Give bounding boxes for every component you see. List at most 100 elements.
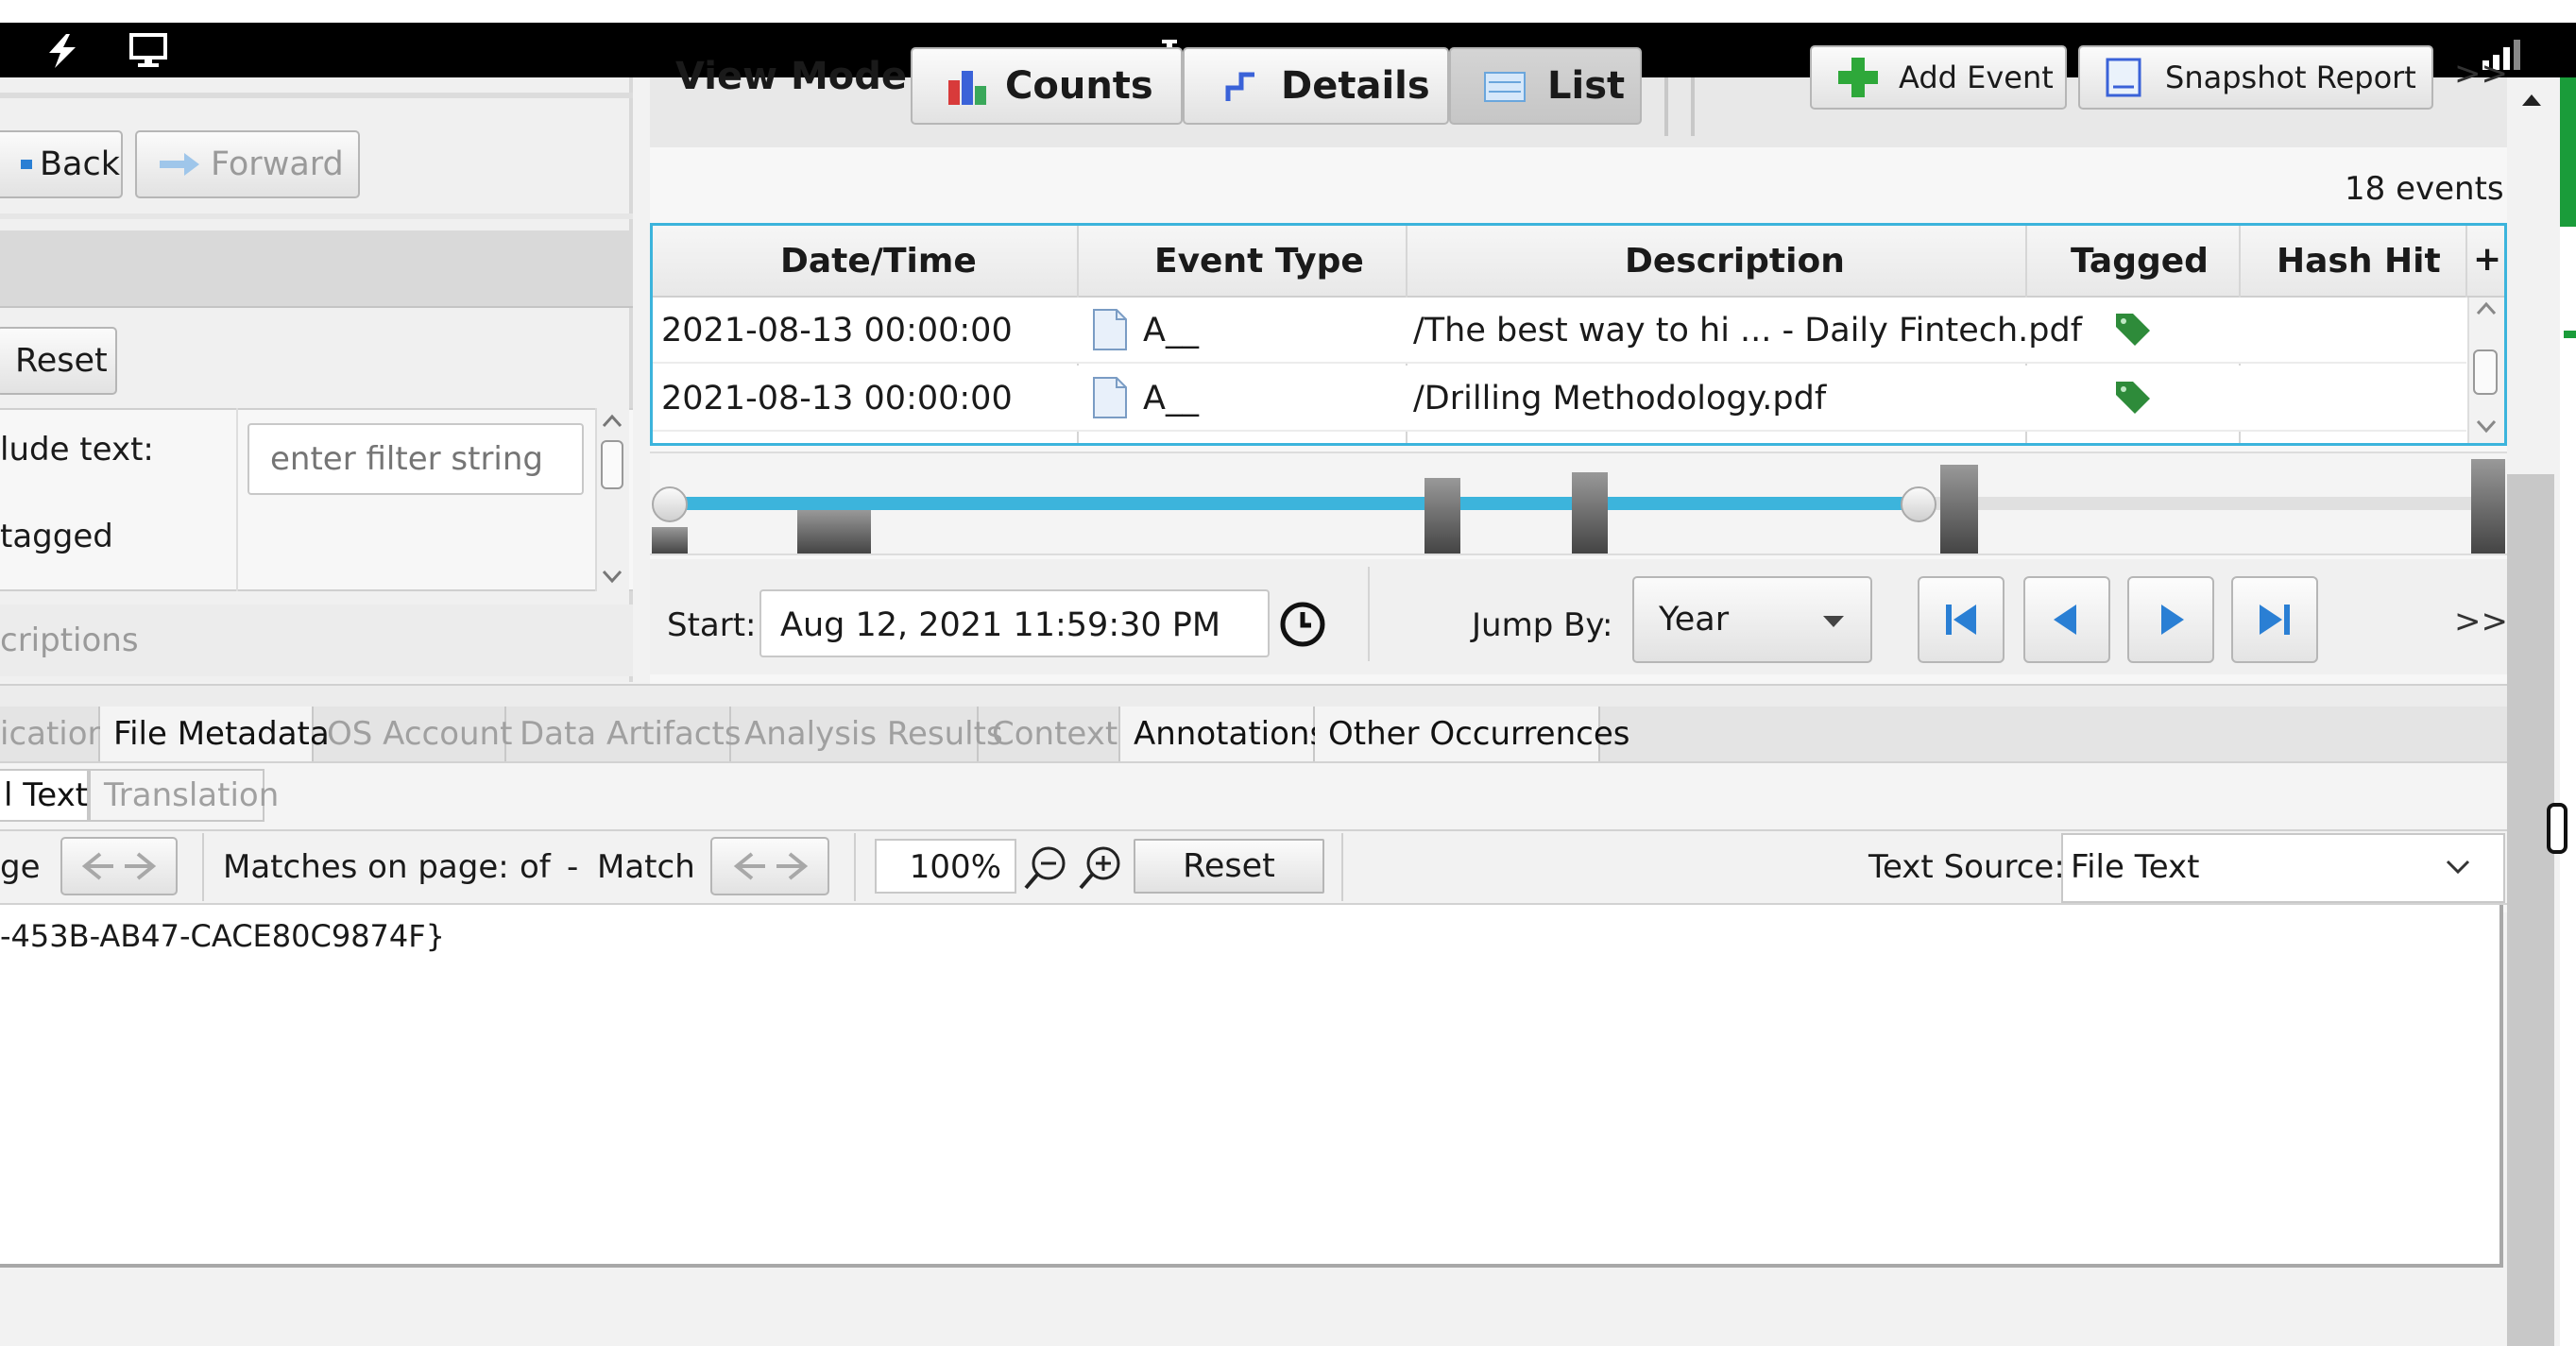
column-header-event-type[interactable]: Event Type bbox=[1154, 242, 1364, 281]
jump-by-label: Jump By: bbox=[1472, 606, 1613, 644]
jump-last-button[interactable] bbox=[2231, 576, 2318, 663]
column-header-description[interactable]: Description bbox=[1625, 242, 1845, 281]
back-button[interactable]: Back bbox=[0, 130, 123, 198]
zoom-level[interactable]: 100% bbox=[875, 839, 1016, 894]
page-label: ge bbox=[0, 848, 41, 886]
tag-icon bbox=[2116, 314, 2150, 346]
counts-mode-button[interactable]: Counts bbox=[911, 47, 1183, 125]
zoom-in-icon[interactable] bbox=[1075, 843, 1124, 894]
green-edge-bar bbox=[2560, 77, 2576, 227]
edge-background bbox=[2560, 227, 2576, 1346]
column-header-datetime[interactable]: Date/Time bbox=[780, 242, 977, 281]
zoom-out-icon[interactable] bbox=[1020, 843, 1069, 894]
tab-os-account[interactable]: OS Account bbox=[314, 707, 512, 761]
start-label: Start: bbox=[667, 606, 757, 644]
list-mode-button[interactable]: List bbox=[1449, 47, 1642, 125]
timeline-overflow-button[interactable]: >> bbox=[2454, 603, 2508, 640]
filter-scroll-thumb[interactable] bbox=[601, 440, 623, 489]
scroll-up-icon[interactable] bbox=[601, 412, 623, 431]
toolbar-overflow-button[interactable]: >> bbox=[2454, 55, 2508, 93]
tab-context[interactable]: Context bbox=[979, 707, 1120, 761]
add-event-button[interactable]: Add Event bbox=[1810, 45, 2067, 110]
resize-handle[interactable] bbox=[2547, 803, 2567, 854]
clock-icon[interactable] bbox=[1279, 601, 1326, 648]
tab-application[interactable]: ication bbox=[0, 707, 108, 761]
tab-annotations[interactable]: Annotations bbox=[1120, 707, 1326, 761]
forward-arrow-icon bbox=[160, 153, 199, 176]
step-back-icon bbox=[2054, 605, 2076, 635]
scroll-down-icon[interactable] bbox=[601, 567, 623, 586]
jump-first-button[interactable] bbox=[1918, 576, 2005, 663]
tab-extracted-text[interactable]: l Text bbox=[0, 769, 89, 822]
row-event-type: A__ bbox=[1143, 312, 1199, 349]
row-event-type: A__ bbox=[1143, 380, 1199, 417]
col-divider bbox=[2465, 226, 2467, 298]
top-white-strip bbox=[0, 0, 2576, 23]
filter-header bbox=[0, 230, 633, 308]
scroll-up-icon[interactable] bbox=[2520, 91, 2543, 108]
list-icon bbox=[1484, 72, 1526, 102]
filter-list-column-divider bbox=[236, 408, 238, 591]
forward-button[interactable]: Forward bbox=[135, 130, 360, 198]
document-icon bbox=[1093, 309, 1127, 350]
start-datetime-value: Aug 12, 2021 11:59:30 PM bbox=[780, 606, 1221, 644]
range-start-handle[interactable] bbox=[652, 486, 688, 522]
tab-data-artifacts[interactable]: Data Artifacts bbox=[506, 707, 742, 761]
histogram-bar bbox=[1424, 478, 1460, 554]
bar-chart-icon bbox=[948, 71, 986, 105]
bottom-panel bbox=[0, 1268, 2507, 1346]
column-header-tagged[interactable]: Tagged bbox=[2071, 242, 2209, 281]
match-prev-next-icon bbox=[733, 852, 809, 880]
tag-icon bbox=[2116, 382, 2150, 414]
matches-label: Matches on page: bbox=[223, 848, 509, 886]
zoom-reset-button[interactable]: Reset bbox=[1134, 839, 1324, 894]
green-edge-mark bbox=[2564, 331, 2576, 338]
filter-reset-button[interactable]: Reset bbox=[0, 327, 117, 395]
histogram-bar bbox=[2471, 459, 2505, 554]
tab-analysis-results[interactable]: Analysis Results bbox=[731, 707, 1003, 761]
text-filter-input[interactable] bbox=[247, 423, 584, 495]
toolbar-separator bbox=[202, 833, 204, 901]
split-divider[interactable] bbox=[0, 684, 2507, 707]
sub-tab-bar bbox=[0, 761, 2507, 829]
window-scrollbar-track[interactable] bbox=[2507, 77, 2554, 474]
match-nav-buttons[interactable] bbox=[710, 837, 829, 895]
column-header-hash-hit[interactable]: Hash Hit bbox=[2277, 242, 2441, 281]
toolbar-separator bbox=[1664, 77, 1668, 136]
report-icon bbox=[2106, 58, 2141, 97]
histogram-bar bbox=[1940, 465, 1978, 554]
range-selection[interactable] bbox=[669, 497, 1918, 510]
event-count: 18 events bbox=[2345, 170, 2504, 208]
display-icon[interactable] bbox=[128, 32, 168, 70]
tagged-filter-label: tagged bbox=[0, 518, 113, 555]
step-back-button[interactable] bbox=[2023, 576, 2110, 663]
table-scroll-thumb[interactable] bbox=[2473, 349, 2498, 395]
add-green-icon bbox=[1838, 58, 1878, 97]
range-end-handle[interactable] bbox=[1901, 486, 1936, 522]
toolbar-separator bbox=[1691, 77, 1695, 136]
row-description: /The best way to hi ... - Daily Fintech.… bbox=[1413, 312, 2083, 349]
lightning-icon[interactable] bbox=[42, 32, 83, 70]
jump-by-dropdown[interactable]: Year bbox=[1632, 576, 1872, 663]
back-arrow-icon bbox=[21, 160, 32, 169]
matches-current: - bbox=[486, 848, 498, 886]
dropdown-arrow-icon[interactable] bbox=[2445, 858, 2471, 877]
text-content-area[interactable] bbox=[0, 905, 2503, 1268]
filter-scrollbar[interactable] bbox=[595, 408, 629, 591]
page-nav-buttons[interactable] bbox=[60, 837, 178, 895]
histogram-bar bbox=[1572, 472, 1608, 554]
histogram-bar bbox=[652, 527, 688, 554]
snapshot-report-button[interactable]: Snapshot Report bbox=[2078, 45, 2433, 110]
tab-file-metadata[interactable]: File Metadata bbox=[100, 707, 330, 761]
add-column-button[interactable]: + bbox=[2473, 240, 2501, 279]
tab-other-occurrences[interactable]: Other Occurrences bbox=[1315, 707, 1629, 761]
scroll-down-icon[interactable] bbox=[2475, 417, 2498, 434]
tab-translation[interactable]: Translation bbox=[89, 769, 279, 822]
step-forward-button[interactable] bbox=[2127, 576, 2214, 663]
matches-total: - bbox=[567, 848, 579, 886]
details-mode-button[interactable]: Details bbox=[1183, 47, 1449, 125]
row-datetime: 2021-08-13 00:00:00 bbox=[661, 312, 1013, 349]
row-description: /Drilling Methodology.pdf bbox=[1413, 380, 1827, 417]
content-text: -453B-AB47-CACE80C9874F} bbox=[0, 918, 446, 954]
scroll-up-icon[interactable] bbox=[2475, 300, 2498, 317]
